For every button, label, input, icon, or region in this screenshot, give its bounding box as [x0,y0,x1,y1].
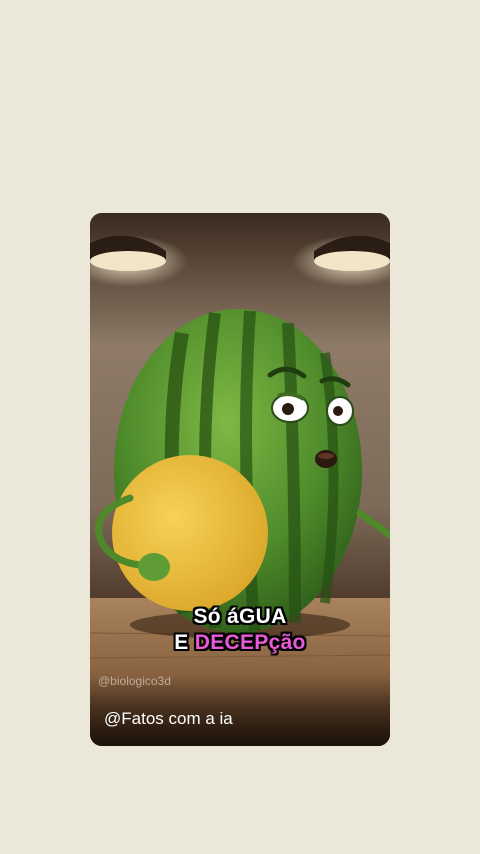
video-frame-image [90,213,390,746]
channel-label[interactable]: @Fatos com a ia [104,709,233,729]
video-player[interactable]: Só áGUA E DECEPção @biologico3d @Fatos c… [90,213,390,746]
creator-watermark: @biologico3d [98,674,171,688]
caption-word: E [174,631,189,654]
caption-line-1: Só áGUA [193,605,287,628]
page: Só áGUA E DECEPção @biologico3d @Fatos c… [0,0,480,854]
caption-line-2: E DECEPção [90,631,390,655]
caption-highlight-word: DECEPção [194,631,306,654]
